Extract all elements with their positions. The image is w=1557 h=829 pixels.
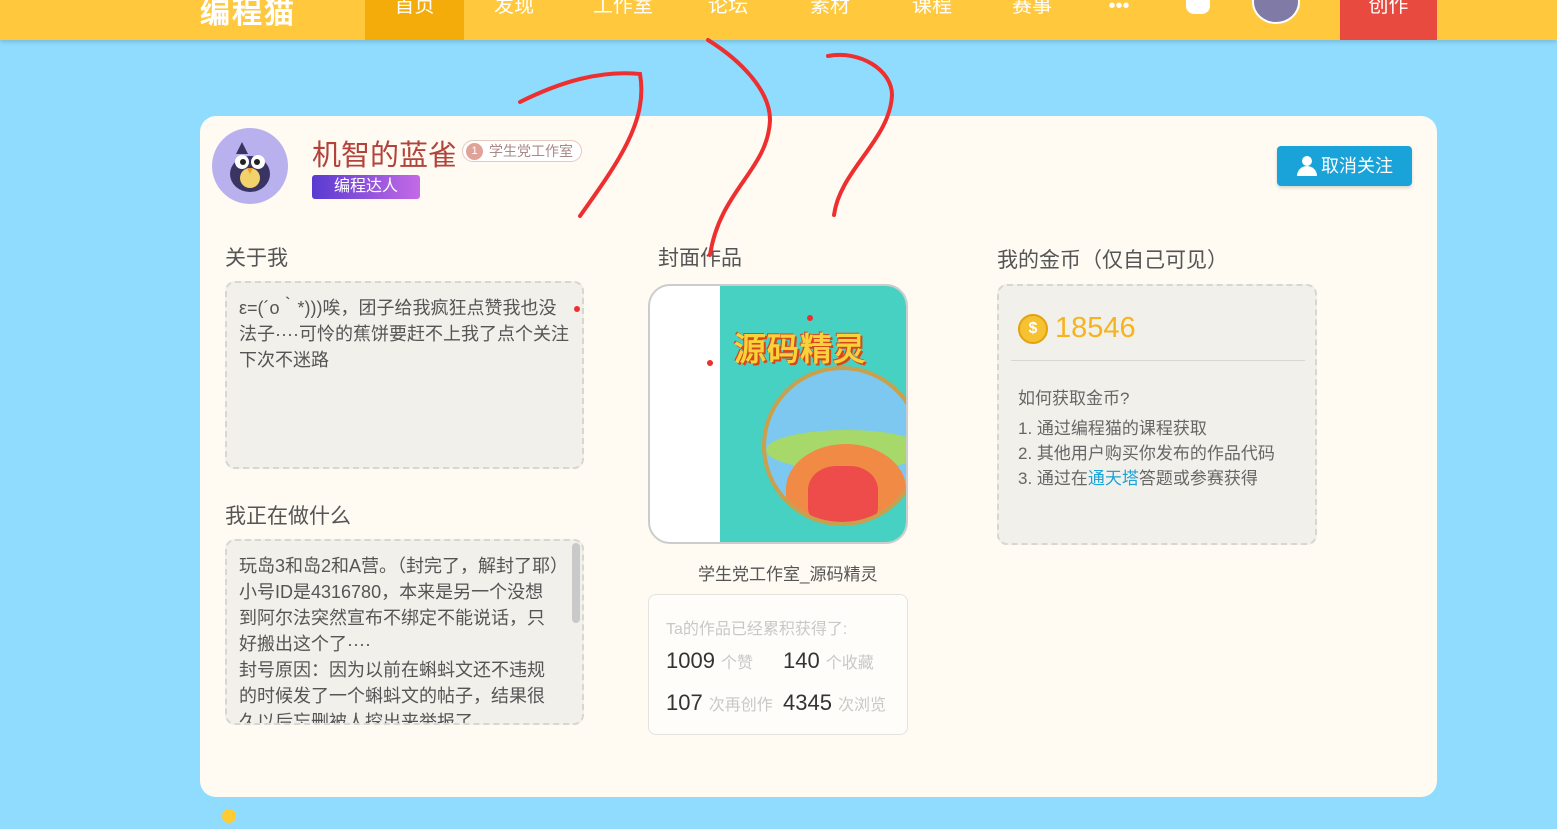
nav-contests[interactable]: 赛事 bbox=[990, 0, 1074, 40]
user-icon bbox=[1297, 156, 1319, 176]
red-dot bbox=[707, 360, 713, 366]
coin-divider bbox=[1011, 360, 1305, 361]
coins-way-1: 1. 通过编程猫的课程获取 bbox=[1018, 419, 1207, 438]
unfollow-button[interactable]: 取消关注 bbox=[1277, 146, 1412, 186]
create-button[interactable]: 创作 bbox=[1340, 0, 1437, 40]
doing-box: 玩岛3和岛2和A营。（封完了，解封了耶）小号ID是4316780，本来是另一个没… bbox=[225, 539, 584, 725]
nav-forum[interactable]: 论坛 bbox=[688, 0, 768, 40]
stat-views: 4345 次浏览 bbox=[783, 690, 886, 715]
profile-username: 机智的蓝雀 bbox=[312, 140, 458, 172]
about-text: ε=(´ο｀*)))唉，团子给我疯狂点赞我也没法子····可怜的蕉饼要赶不上我了… bbox=[239, 298, 569, 370]
cover-work-name[interactable]: 学生党工作室_源码精灵 bbox=[698, 560, 877, 585]
coins-way-3: 3. 通过在通天塔答题或参赛获得 bbox=[1018, 469, 1258, 488]
top-nav-bar: 编程猫 首页 发现 工作室 论坛 素材 课程 赛事 ••• 创作 bbox=[0, 0, 1557, 40]
studio-rank: 1 bbox=[466, 143, 483, 160]
stat-remix: 107 次再创作 bbox=[666, 690, 773, 715]
nav-materials[interactable]: 素材 bbox=[790, 0, 870, 40]
nav-studio[interactable]: 工作室 bbox=[570, 0, 676, 40]
profile-card: 机智的蓝雀 1 学生党工作室 编程达人 取消关注 关于我 ε=(´ο｀*)))唉… bbox=[200, 116, 1437, 797]
cover-work-image[interactable]: 源码精灵 bbox=[648, 284, 908, 544]
doing-title: 我正在做什么 bbox=[225, 505, 351, 528]
user-avatar[interactable] bbox=[1252, 0, 1300, 24]
doing-text: 玩岛3和岛2和A营。（封完了，解封了耶）小号ID是4316780，本来是另一个没… bbox=[239, 556, 560, 723]
nav-more-icon[interactable]: ••• bbox=[1094, 0, 1144, 40]
site-logo[interactable]: 编程猫 bbox=[200, 0, 296, 32]
work-stats: Ta的作品已经累积获得了: 1009 个赞 140 个收藏 107 次再创作 4345… bbox=[648, 594, 908, 735]
about-title: 关于我 bbox=[225, 247, 288, 270]
coin-balance: 18546 bbox=[1055, 312, 1136, 344]
nav-courses[interactable]: 课程 bbox=[890, 0, 974, 40]
coins-title: 我的金币（仅自己可见） bbox=[997, 249, 1228, 272]
coin-icon: $ bbox=[1018, 314, 1048, 344]
nav-discover[interactable]: 发现 bbox=[466, 0, 562, 40]
stat-favorites: 140 个收藏 bbox=[783, 648, 874, 673]
unfollow-label: 取消关注 bbox=[1321, 156, 1393, 176]
studio-name: 学生党工作室 bbox=[489, 143, 573, 159]
coins-how: 如何获取金币? bbox=[1018, 389, 1130, 408]
star-icon bbox=[222, 809, 236, 823]
cover-art-title: 源码精灵 bbox=[734, 331, 867, 367]
stat-likes: 1009 个赞 bbox=[666, 648, 753, 673]
bell-icon[interactable] bbox=[1186, 0, 1210, 14]
studio-badge[interactable]: 1 学生党工作室 bbox=[462, 140, 582, 162]
red-dot bbox=[574, 306, 580, 312]
stats-heading: Ta的作品已经累积获得了: bbox=[666, 621, 848, 638]
profile-avatar bbox=[212, 128, 288, 204]
coins-way-2: 2. 其他用户购买你发布的作品代码 bbox=[1018, 444, 1275, 463]
nav-home[interactable]: 首页 bbox=[365, 0, 464, 40]
coins-box: $ 18546 如何获取金币? 1. 通过编程猫的课程获取 2. 其他用户购买你… bbox=[997, 284, 1317, 545]
level-badge: 编程达人 bbox=[312, 175, 420, 199]
about-box: ε=(´ο｀*)))唉，团子给我疯狂点赞我也没法子····可怜的蕉饼要赶不上我了… bbox=[225, 281, 584, 469]
tongtianta-link[interactable]: 通天塔 bbox=[1088, 469, 1139, 488]
cover-title: 封面作品 bbox=[658, 247, 742, 270]
doing-scrollbar[interactable] bbox=[572, 543, 580, 623]
red-dot bbox=[807, 315, 813, 321]
